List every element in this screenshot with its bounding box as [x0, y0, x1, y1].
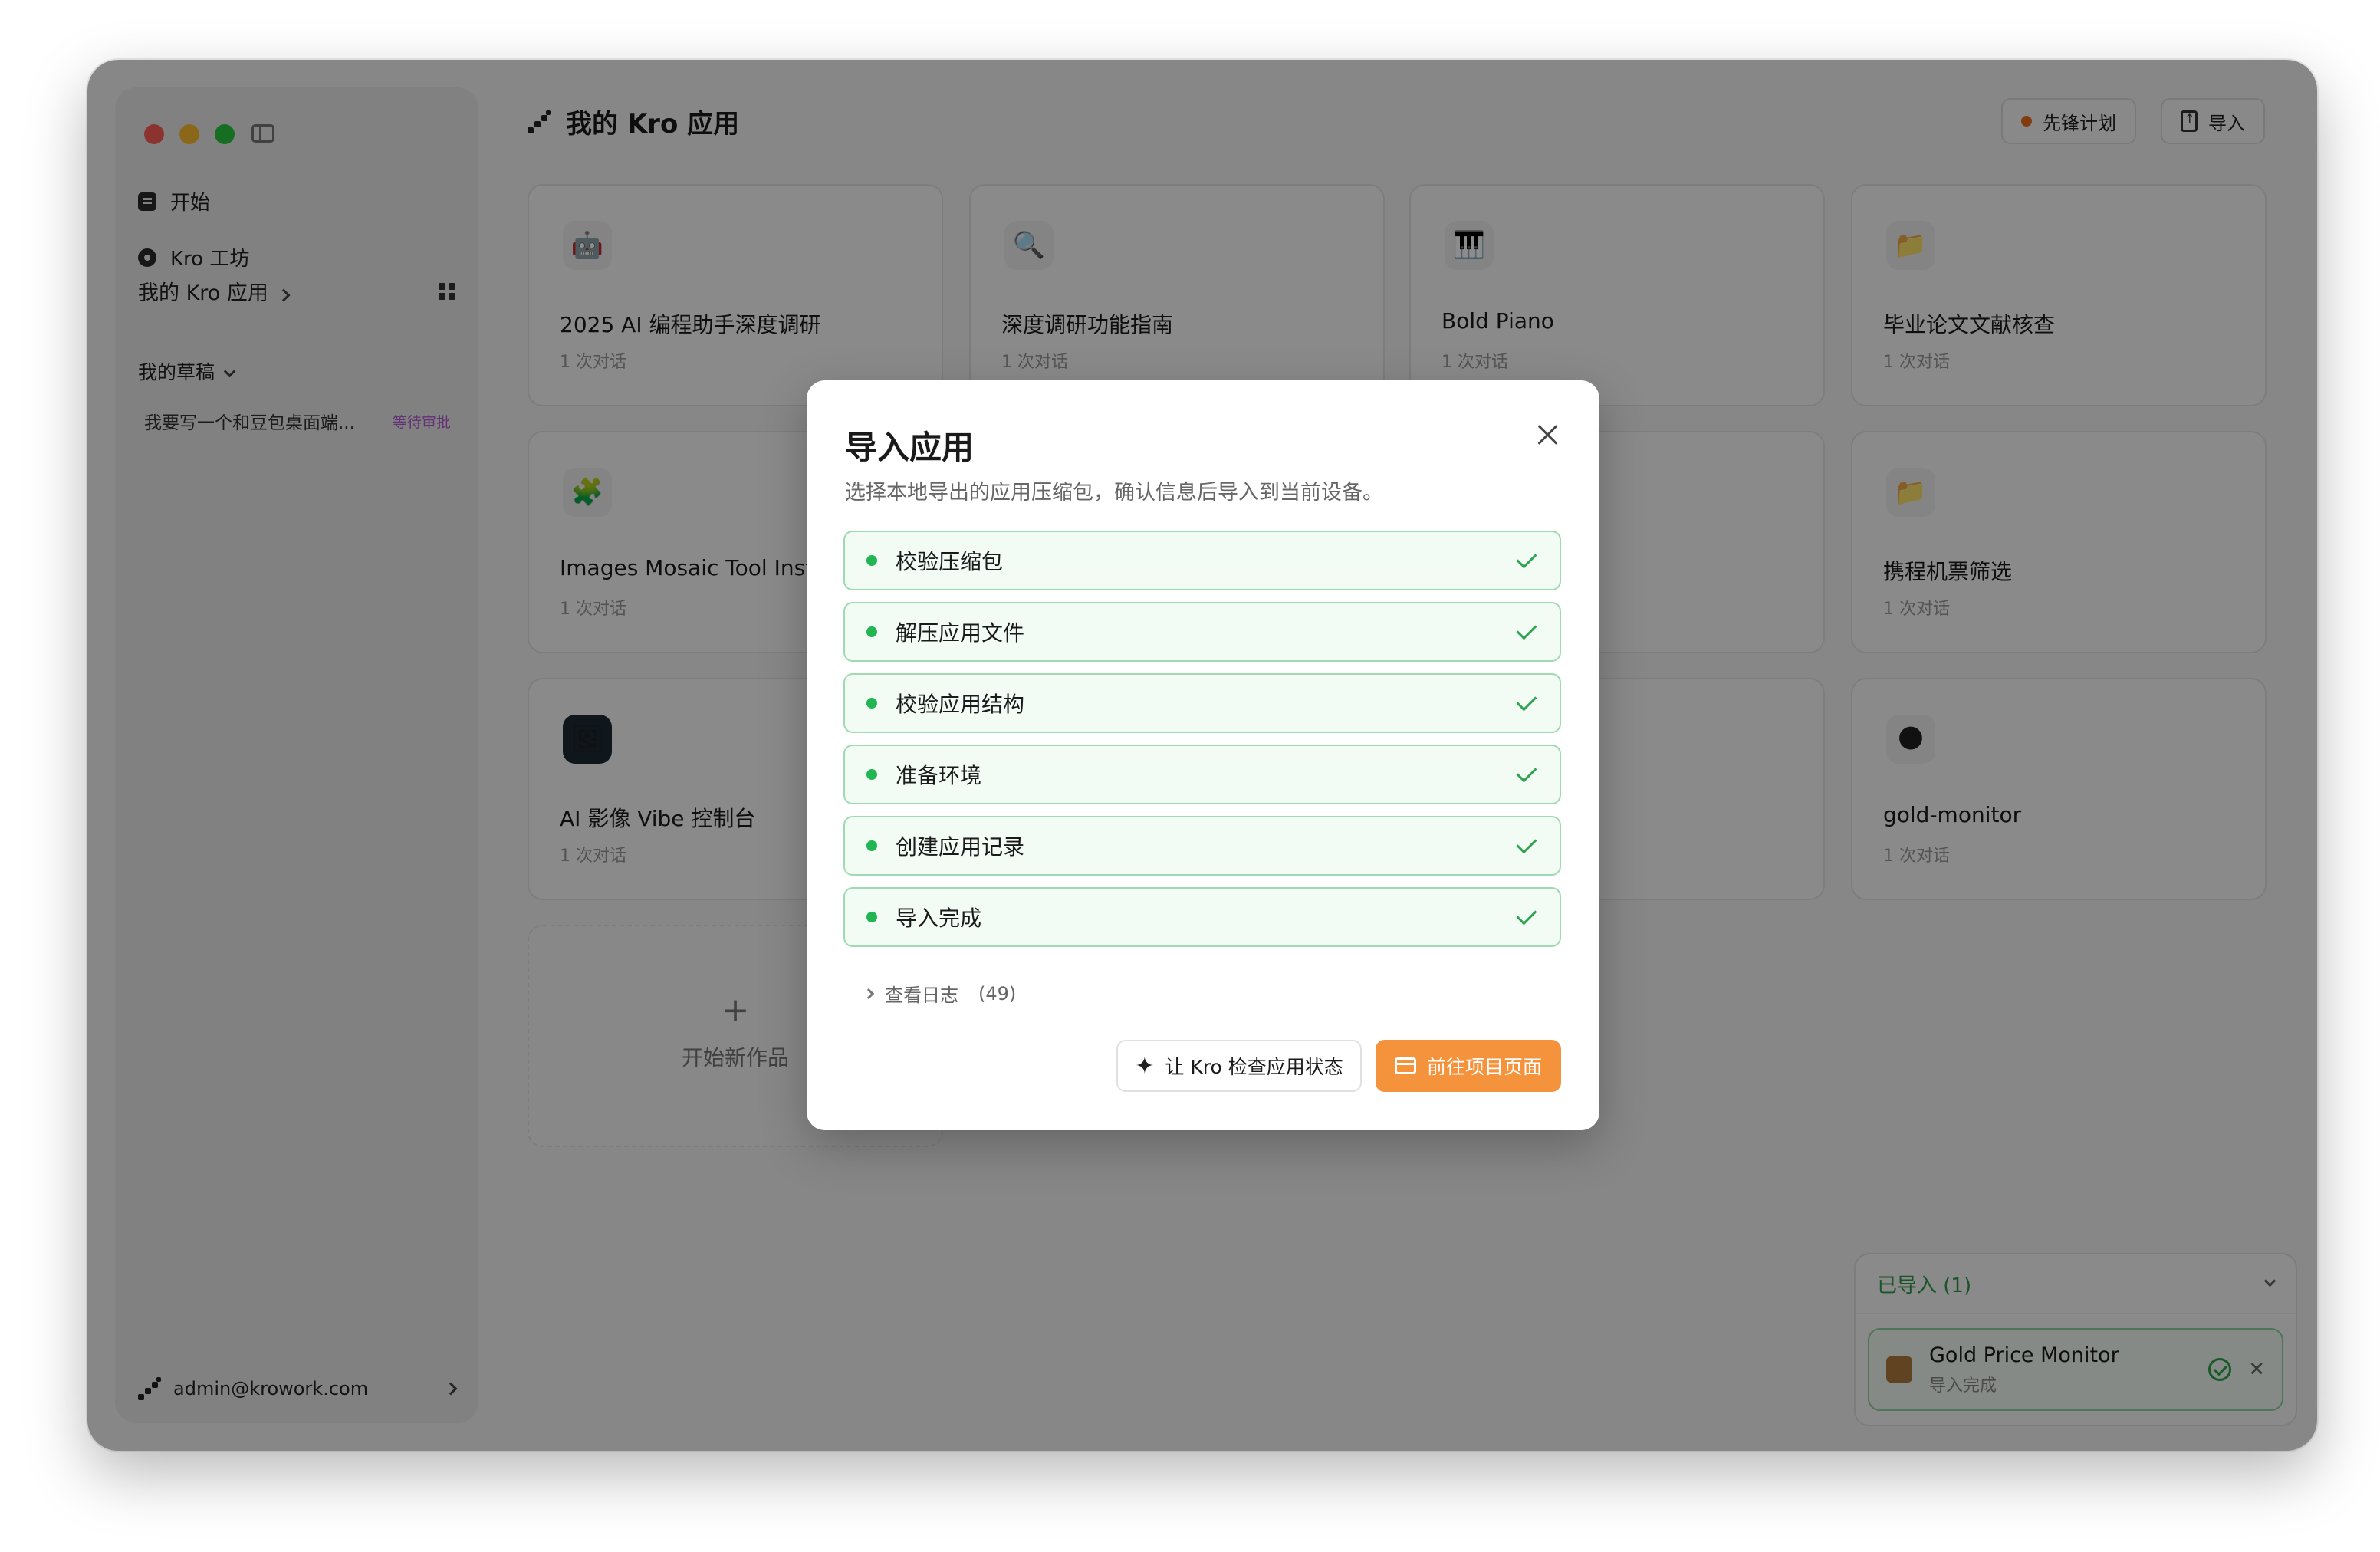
check-icon	[1516, 761, 1537, 783]
check-app-status-button[interactable]: ✦ 让 Kro 检查应用状态	[1116, 1040, 1362, 1092]
go-to-project-button[interactable]: 前往项目页面	[1376, 1040, 1561, 1092]
status-dot-icon	[866, 626, 877, 637]
sparkle-icon: ✦	[1135, 1052, 1155, 1080]
check-icon	[1516, 904, 1537, 926]
go-to-project-label: 前往项目页面	[1426, 1056, 1542, 1078]
step-label: 校验应用结构	[896, 692, 1025, 717]
window-icon	[1394, 1057, 1416, 1074]
import-step: 校验应用结构	[843, 673, 1561, 733]
import-step: 创建应用记录	[843, 816, 1561, 876]
import-step: 解压应用文件	[843, 602, 1561, 662]
import-step: 导入完成	[843, 887, 1561, 947]
step-label: 导入完成	[896, 906, 982, 931]
status-dot-icon	[866, 555, 877, 566]
status-dot-icon	[866, 698, 877, 709]
step-label: 校验压缩包	[896, 549, 1004, 574]
import-steps-list: 校验压缩包 解压应用文件 校验应用结构 准备环境 创建应用记录 导入完成	[843, 531, 1561, 958]
check-icon	[1516, 619, 1537, 640]
import-step: 校验压缩包	[843, 531, 1561, 590]
status-dot-icon	[866, 769, 877, 780]
check-icon	[1516, 547, 1537, 569]
dialog-title: 导入应用	[845, 429, 975, 466]
step-label: 准备环境	[896, 763, 982, 788]
chevron-right-icon	[863, 988, 875, 999]
view-log-toggle[interactable]: 查看日志 (49)	[863, 980, 1017, 1007]
dialog-description: 选择本地导出的应用压缩包，确认信息后导入到当前设备。	[845, 481, 1383, 505]
status-dot-icon	[866, 840, 877, 851]
view-log-label: 查看日志	[885, 985, 958, 1006]
import-app-dialog: 导入应用 选择本地导出的应用压缩包，确认信息后导入到当前设备。 校验压缩包 解压…	[807, 380, 1599, 1130]
check-icon	[1516, 690, 1537, 712]
check-icon	[1516, 833, 1537, 854]
status-dot-icon	[866, 912, 877, 922]
import-step: 准备环境	[843, 745, 1561, 804]
check-app-status-label: 让 Kro 检查应用状态	[1165, 1056, 1343, 1078]
step-label: 创建应用记录	[896, 834, 1025, 860]
close-icon[interactable]	[1535, 422, 1561, 448]
log-count: (49)	[978, 982, 1017, 1005]
step-label: 解压应用文件	[896, 620, 1025, 646]
